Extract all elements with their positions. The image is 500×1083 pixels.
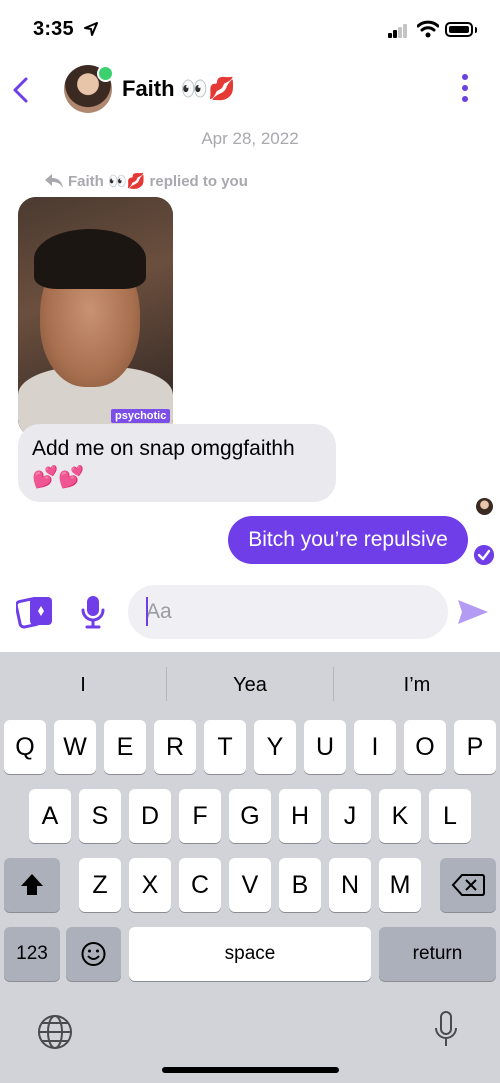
dictation-microphone-icon[interactable]: [433, 1010, 459, 1050]
status-time: 3:35: [33, 18, 74, 40]
home-indicator: [162, 1067, 339, 1073]
cards-icon[interactable]: [16, 594, 56, 630]
story-reply-thumbnail[interactable]: psychotic: [18, 197, 173, 437]
battery-icon: [445, 22, 473, 37]
back-chevron-icon[interactable]: [10, 76, 32, 104]
suggestion-1[interactable]: I: [0, 662, 166, 708]
key-z[interactable]: Z: [79, 858, 121, 912]
key-y[interactable]: Y: [254, 720, 296, 774]
key-x[interactable]: X: [129, 858, 171, 912]
shift-arrow-icon: [21, 874, 43, 895]
key-c[interactable]: C: [179, 858, 221, 912]
wifi-icon: [417, 20, 439, 38]
key-i[interactable]: I: [354, 720, 396, 774]
key-q[interactable]: Q: [4, 720, 46, 774]
read-receipt-avatar: [476, 498, 493, 515]
key-e[interactable]: E: [104, 720, 146, 774]
cellular-signal-icon: [388, 24, 408, 38]
reply-arrow-icon: [45, 174, 63, 188]
date-separator: Apr 28, 2022: [201, 129, 299, 148]
emoji-icon: [81, 942, 106, 966]
key-b[interactable]: B: [279, 858, 321, 912]
return-key[interactable]: return: [379, 927, 496, 981]
outgoing-message-bubble[interactable]: Bitch you’re repulsive: [228, 516, 468, 564]
key-a[interactable]: A: [29, 789, 71, 843]
key-n[interactable]: N: [329, 858, 371, 912]
send-icon[interactable]: [456, 598, 490, 626]
delivered-check-icon: [474, 545, 494, 565]
key-o[interactable]: O: [404, 720, 446, 774]
space-key[interactable]: space: [129, 927, 371, 981]
key-w[interactable]: W: [54, 720, 96, 774]
shift-key[interactable]: [4, 858, 60, 912]
emoji-key[interactable]: [66, 927, 121, 981]
suggestion-2[interactable]: Yea: [167, 662, 333, 708]
key-d[interactable]: D: [129, 789, 171, 843]
key-p[interactable]: P: [454, 720, 496, 774]
microphone-icon[interactable]: [80, 594, 106, 630]
message-input[interactable]: [128, 585, 448, 639]
globe-icon[interactable]: [37, 1014, 73, 1050]
online-status-dot: [97, 65, 114, 82]
numbers-key[interactable]: 123: [4, 927, 60, 981]
key-v[interactable]: V: [229, 858, 271, 912]
key-g[interactable]: G: [229, 789, 271, 843]
key-l[interactable]: L: [429, 789, 471, 843]
key-k[interactable]: K: [379, 789, 421, 843]
incoming-message-bubble[interactable]: Add me on snap omggfaithh 💕💕: [18, 424, 336, 502]
contact-name[interactable]: Faith 👀💋: [122, 76, 235, 102]
key-s[interactable]: S: [79, 789, 121, 843]
key-j[interactable]: J: [329, 789, 371, 843]
backspace-icon: [451, 874, 485, 896]
backspace-key[interactable]: [440, 858, 496, 912]
location-arrow-icon: [84, 22, 98, 36]
key-t[interactable]: T: [204, 720, 246, 774]
key-r[interactable]: R: [154, 720, 196, 774]
key-h[interactable]: H: [279, 789, 321, 843]
battery-tip: [475, 27, 477, 33]
key-m[interactable]: M: [379, 858, 421, 912]
key-f[interactable]: F: [179, 789, 221, 843]
story-caption-tag: psychotic: [111, 409, 171, 423]
reply-notice: Faith 👀💋 replied to you: [68, 173, 248, 190]
text-caret: [146, 597, 148, 626]
more-options-icon[interactable]: [462, 74, 468, 107]
key-u[interactable]: U: [304, 720, 346, 774]
suggestion-3[interactable]: I’m: [334, 662, 500, 708]
